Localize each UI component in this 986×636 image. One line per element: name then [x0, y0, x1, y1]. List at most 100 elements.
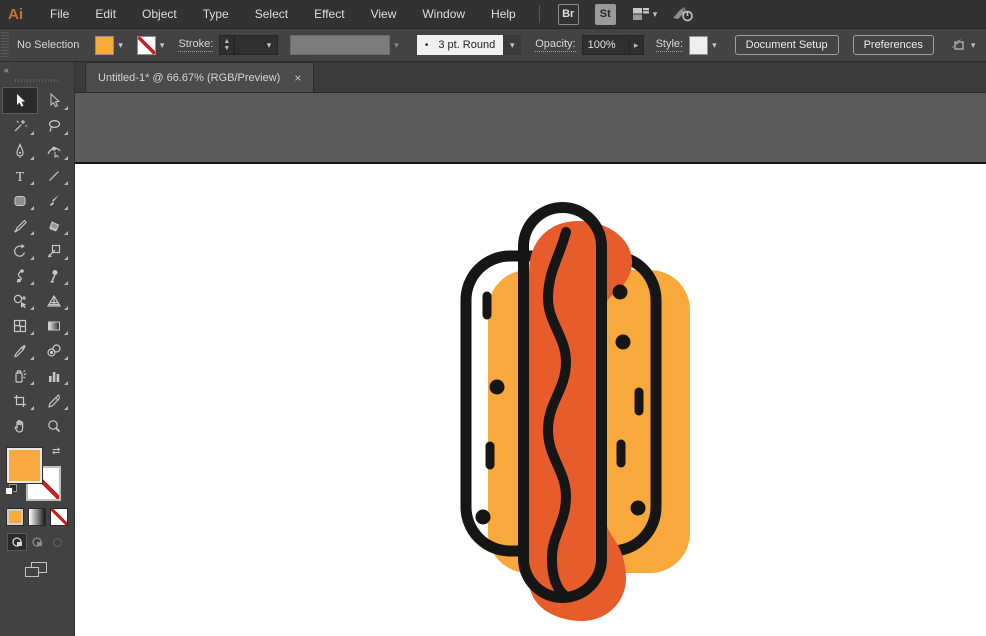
brush-definition-dropdown[interactable]: • 3 pt. Round	[417, 35, 503, 55]
width-tool[interactable]	[3, 263, 37, 288]
style-swatch[interactable]	[689, 36, 708, 55]
paintbrush-tool[interactable]	[37, 188, 71, 213]
sesame-dot[interactable]	[490, 380, 505, 395]
tools-panel: « T	[0, 62, 75, 636]
variable-width-profile-dropdown[interactable]	[290, 35, 390, 55]
selection-status: No Selection	[17, 39, 79, 51]
color-button[interactable]	[6, 508, 24, 526]
artboard-tool[interactable]	[3, 388, 37, 413]
blend-tool[interactable]	[37, 338, 71, 363]
opacity-label[interactable]: Opacity:	[535, 38, 575, 52]
fill-stroke-indicator: ⇄	[0, 446, 74, 502]
collapse-panel-icon[interactable]: «	[4, 65, 8, 75]
stock-button[interactable]: St	[595, 4, 616, 25]
bridge-button[interactable]: Br	[558, 4, 579, 25]
stroke-weight-field[interactable]: ▾	[234, 35, 278, 55]
document-tab[interactable]: Untitled-1* @ 66.67% (RGB/Preview) ×	[85, 62, 314, 92]
default-fill-stroke-icon[interactable]	[5, 484, 18, 497]
opacity-input[interactable]: 100%	[582, 35, 630, 55]
style-label[interactable]: Style:	[656, 38, 684, 52]
menu-effect[interactable]: Effect	[301, 0, 357, 29]
control-bar: No Selection ▾ ▾ Stroke: ▲▼ ▾ ▾ • 3 pt. …	[0, 29, 986, 62]
document-setup-button[interactable]: Document Setup	[735, 35, 839, 55]
opacity-arrow-button[interactable]: ▸	[630, 35, 644, 55]
stroke-weight-label[interactable]: Stroke:	[178, 38, 213, 52]
workspace-switcher[interactable]: ▾	[632, 7, 658, 21]
gpu-performance-icon[interactable]	[671, 5, 695, 23]
close-icon[interactable]: ×	[294, 71, 301, 85]
menu-object[interactable]: Object	[129, 0, 190, 29]
symbol-sprayer-tool[interactable]	[3, 363, 37, 388]
chevron-down-icon[interactable]: ▾	[118, 40, 123, 51]
menu-help[interactable]: Help	[478, 0, 529, 29]
menu-window[interactable]: Window	[409, 0, 478, 29]
menu-type[interactable]: Type	[190, 0, 242, 29]
mesh-tool[interactable]	[3, 313, 37, 338]
perspective-grid-tool[interactable]	[37, 288, 71, 313]
illustrator-logo: Ai	[8, 6, 23, 23]
eyedropper-tool[interactable]	[3, 338, 37, 363]
pencil-tool[interactable]	[3, 213, 37, 238]
arrange-icon	[948, 37, 968, 53]
tools-panel-header[interactable]: «	[0, 62, 74, 77]
chevron-down-icon[interactable]: ▾	[160, 40, 165, 51]
panel-grip[interactable]	[1, 32, 9, 58]
workspace-grid-icon	[632, 7, 650, 21]
curvature-tool[interactable]	[37, 138, 71, 163]
chevron-down-icon[interactable]: ▾	[712, 40, 717, 51]
stroke-weight-stepper[interactable]: ▲▼	[219, 35, 234, 55]
draw-inside-mode[interactable]	[48, 534, 66, 550]
fill-proxy[interactable]	[7, 448, 42, 483]
document-tab-bar: Untitled-1* @ 66.67% (RGB/Preview) ×	[75, 62, 986, 93]
arrange-menu[interactable]: ▾	[948, 37, 976, 53]
chevron-down-icon[interactable]: ▾	[394, 40, 399, 51]
column-graph-tool[interactable]	[37, 363, 71, 388]
gradient-tool[interactable]	[37, 313, 71, 338]
draw-behind-mode[interactable]	[28, 534, 46, 550]
line-segment-tool[interactable]	[37, 163, 71, 188]
brush-definition-chevron[interactable]: ▾	[503, 35, 521, 55]
brush-definition-value: 3 pt. Round	[438, 39, 495, 51]
slice-tool[interactable]	[37, 388, 71, 413]
change-screen-mode-button[interactable]	[25, 562, 49, 580]
preferences-button[interactable]: Preferences	[853, 35, 934, 55]
puppet-warp-tool[interactable]	[37, 263, 71, 288]
direct-selection-tool[interactable]	[37, 88, 71, 113]
magic-wand-tool[interactable]	[3, 113, 37, 138]
none-button[interactable]	[50, 508, 68, 526]
sesame-dot[interactable]	[476, 510, 491, 525]
pen-tool[interactable]	[3, 138, 37, 163]
scale-tool[interactable]	[37, 238, 71, 263]
sesame-dot[interactable]	[613, 285, 628, 300]
selection-tool[interactable]	[3, 88, 37, 113]
menu-bar: Ai File Edit Object Type Select Effect V…	[0, 0, 986, 29]
menu-select[interactable]: Select	[242, 0, 301, 29]
hotdog-illustration	[75, 93, 986, 636]
menu-edit[interactable]: Edit	[82, 0, 129, 29]
eraser-tool[interactable]	[37, 213, 71, 238]
menu-file[interactable]: File	[37, 0, 82, 29]
rotate-tool[interactable]	[3, 238, 37, 263]
menu-view[interactable]: View	[358, 0, 410, 29]
swap-fill-stroke-icon[interactable]: ⇄	[52, 446, 60, 457]
type-tool[interactable]: T	[3, 163, 37, 188]
gradient-button[interactable]	[28, 508, 46, 526]
menu-separator	[539, 5, 540, 23]
chevron-down-icon[interactable]: ▾	[267, 40, 272, 51]
fill-color-swatch[interactable]	[95, 36, 114, 55]
lasso-tool[interactable]	[37, 113, 71, 138]
none-slash-icon	[51, 509, 67, 525]
panel-grip[interactable]	[15, 79, 59, 82]
hand-tool[interactable]	[3, 413, 37, 438]
rectangle-tool[interactable]	[3, 188, 37, 213]
brush-preview-dot: •	[425, 40, 429, 51]
document-canvas[interactable]	[75, 93, 986, 636]
screen-mode-icon	[25, 567, 39, 577]
zoom-tool[interactable]	[37, 413, 71, 438]
sesame-dot[interactable]	[616, 335, 631, 350]
paint-mode-row	[0, 508, 74, 526]
shape-builder-tool[interactable]	[3, 288, 37, 313]
stroke-color-swatch[interactable]	[137, 36, 156, 55]
sesame-dot[interactable]	[631, 501, 646, 516]
draw-normal-mode[interactable]	[8, 534, 26, 550]
